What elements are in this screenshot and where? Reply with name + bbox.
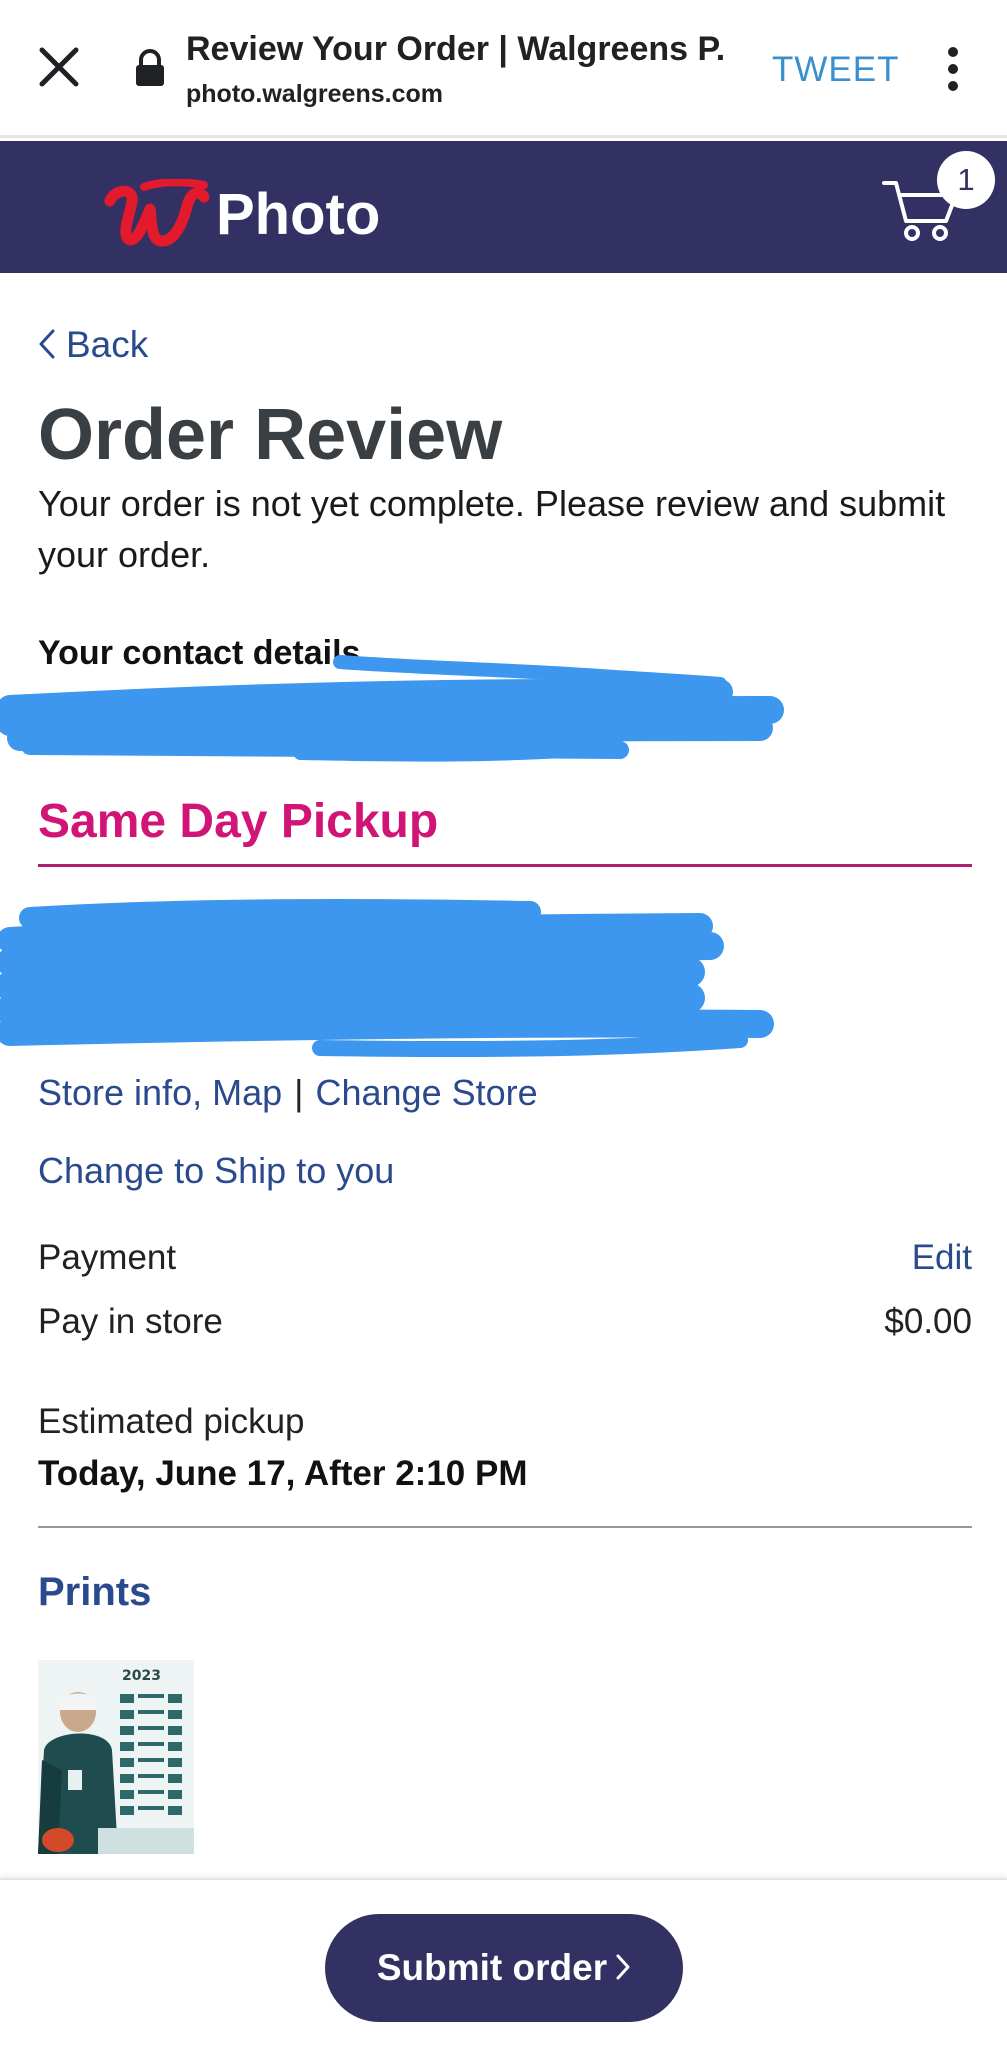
estimated-pickup-label: Estimated pickup [38, 1402, 305, 1441]
back-label: Back [66, 324, 149, 365]
page-title-text: Review Your Order | Walgreens P... [186, 30, 726, 68]
print-thumbnail[interactable]: 2023 [38, 1660, 194, 1854]
payment-label: Payment [38, 1238, 177, 1277]
svg-text:2023: 2023 [122, 1668, 161, 1684]
print-image: 2023 [38, 1660, 194, 1854]
prints-heading: Prints [38, 1570, 152, 1614]
section-divider [38, 864, 972, 867]
payment-amount: $0.00 [884, 1302, 972, 1341]
browser-toolbar: Review Your Order | Walgreens P... photo… [0, 0, 1007, 138]
url-domain: photo.walgreens.com [186, 80, 443, 108]
redaction-scribble-store [0, 899, 774, 1058]
divider [38, 1526, 972, 1528]
submit-order-label: Submit order [376, 1947, 608, 1988]
app-header: Photo 1 [0, 141, 1007, 273]
submit-order-button[interactable]: Submit order [325, 1914, 683, 2022]
page-title: Order Review [38, 395, 503, 475]
lock-icon [132, 48, 168, 88]
close-icon [39, 47, 79, 87]
store-links: Store info, Map | Change Store [38, 1072, 538, 1114]
intro-text: Your order is not yet complete. Please r… [38, 483, 946, 575]
payment-edit-link[interactable]: Edit [912, 1238, 972, 1278]
more-vertical-icon [948, 47, 958, 91]
change-to-ship-link[interactable]: Change to Ship to you [38, 1150, 394, 1192]
more-options-button[interactable] [935, 44, 971, 94]
chevron-left-icon [39, 329, 55, 359]
payment-method: Pay in store [38, 1302, 223, 1341]
logo-text: Photo [216, 182, 381, 247]
estimated-pickup-value: Today, June 17, After 2:10 PM [38, 1454, 528, 1493]
close-button[interactable] [30, 38, 88, 96]
section-title-pickup: Same Day Pickup [38, 795, 439, 848]
bottom-action-bar: Submit order [0, 1878, 1007, 2048]
link-separator: | [294, 1072, 304, 1113]
change-store-link[interactable]: Change Store [315, 1072, 537, 1113]
tweet-button[interactable]: TWEET [772, 50, 899, 90]
walgreens-logo[interactable] [104, 178, 210, 253]
cart-count-badge: 1 [937, 151, 995, 209]
store-info-link[interactable]: Store info, Map [38, 1072, 282, 1113]
chevron-right-icon [616, 1954, 630, 1980]
redaction-scribble-contact [0, 655, 784, 762]
walgreens-w-icon [104, 178, 210, 247]
back-link[interactable]: Back [38, 324, 148, 366]
